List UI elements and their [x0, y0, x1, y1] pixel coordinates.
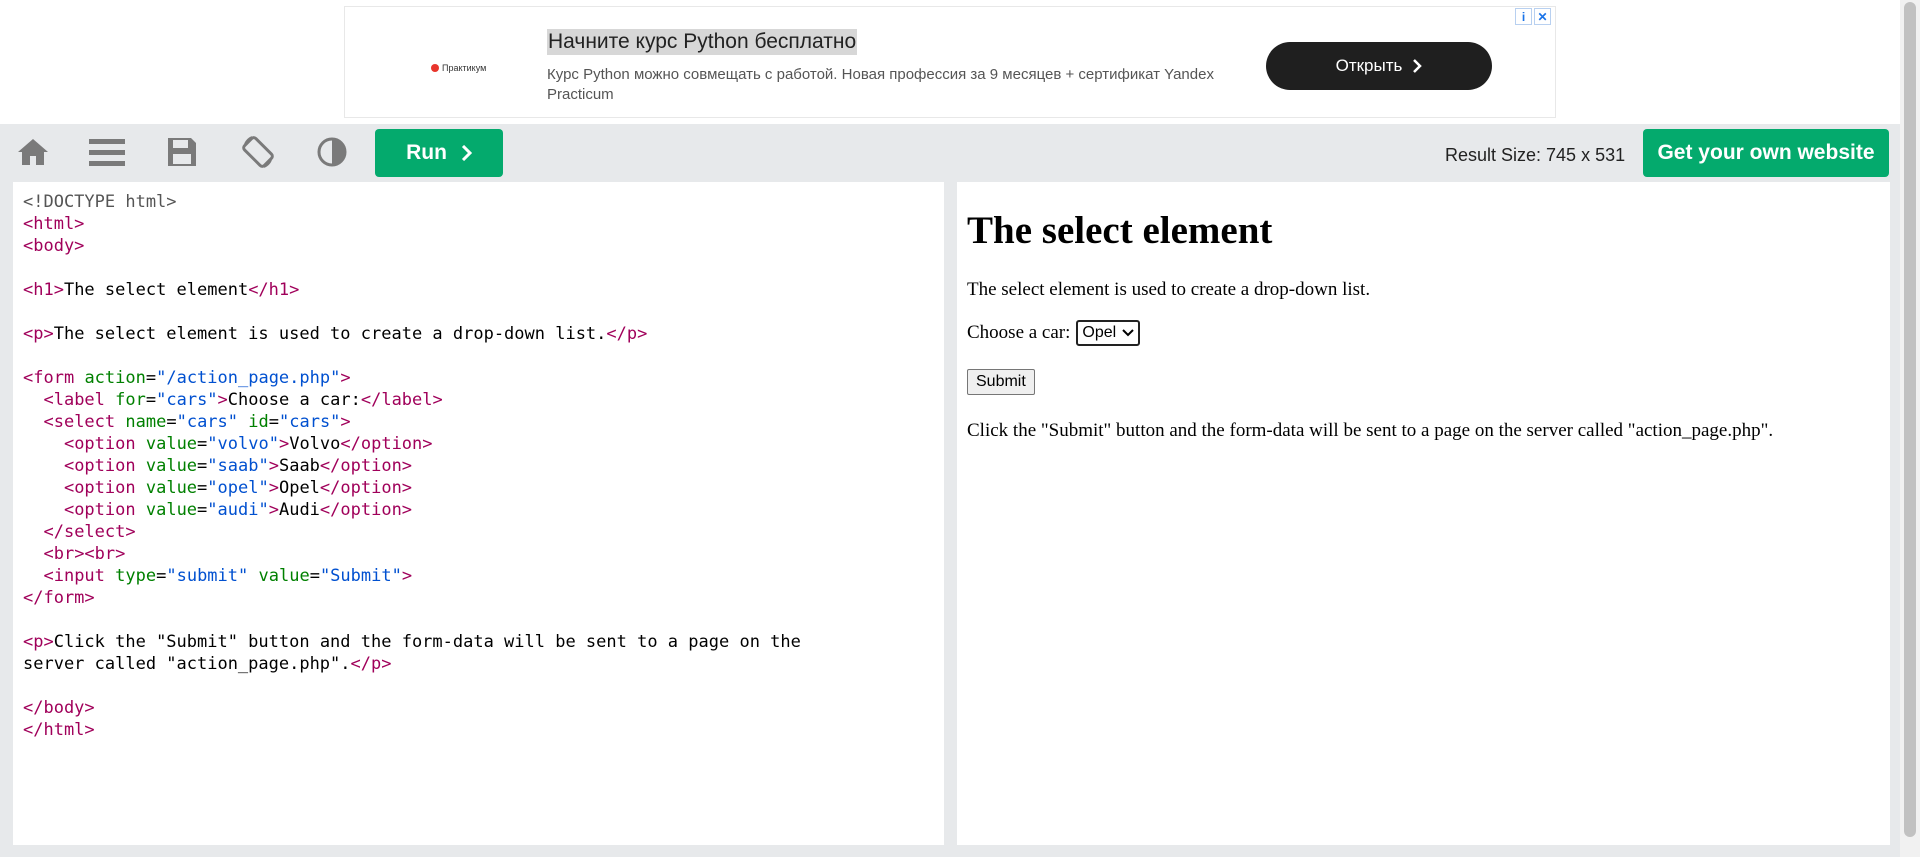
code-option-text: Opel	[278, 478, 320, 498]
code-line: <option value="saab">Saab</option>	[63, 456, 413, 476]
result-form: Choose a car: Opel	[967, 320, 1890, 346]
code-line: </html>	[23, 720, 95, 740]
scrollbar-thumb[interactable]	[1904, 2, 1916, 837]
code-line: <p>The select element is used to create …	[23, 324, 648, 344]
code-option-text: Volvo	[289, 434, 341, 454]
chevron-right-icon	[1413, 59, 1423, 73]
ad-banner[interactable]: Практикум Начните курс Python бесплатно …	[344, 6, 1556, 118]
submit-button[interactable]: Submit	[967, 369, 1035, 395]
ad-logo: Практикум	[431, 63, 486, 73]
ad-logo-mark	[431, 64, 439, 72]
code-line: <h1>The select element</h1>	[23, 280, 300, 300]
code-input-value: "Submit"	[319, 566, 402, 586]
info-icon[interactable]: i	[1515, 8, 1532, 25]
result-pane: The select element The select element is…	[957, 182, 1890, 845]
car-select[interactable]: Opel	[1076, 320, 1141, 346]
code-line: <body>	[23, 236, 85, 256]
ad-cta-label: Открыть	[1335, 56, 1403, 75]
page-scrollbar[interactable]	[1900, 0, 1920, 857]
home-icon[interactable]	[13, 134, 53, 170]
code-line: </body>	[23, 698, 95, 718]
code-line: server called "action_page.php".</p>	[23, 654, 392, 674]
ad-title[interactable]: Начните курс Python бесплатно	[547, 29, 858, 55]
close-icon[interactable]: ✕	[1534, 8, 1551, 25]
code-option-value: "saab"	[207, 456, 269, 476]
code-p2-line1: Click the "Submit" button and the form-d…	[53, 632, 801, 652]
code-option-value: "opel"	[207, 478, 269, 498]
code-line: <html>	[23, 214, 85, 234]
code-option-value: "audi"	[207, 500, 269, 520]
chevron-down-icon	[1122, 329, 1134, 337]
code-line: <label for="cars">Choose a car:</label>	[43, 390, 443, 410]
code-label-for: "cars"	[156, 390, 218, 410]
code-h1-text: The select element	[63, 280, 249, 300]
code-select-name: "cars"	[176, 412, 239, 432]
contrast-icon[interactable]	[312, 134, 352, 170]
rotate-icon[interactable]	[238, 134, 278, 170]
code-line: <p>Click the "Submit" button and the for…	[23, 632, 801, 652]
code-line: </select>	[43, 522, 136, 542]
ad-choices[interactable]: i ✕	[1515, 8, 1551, 25]
ad-cta-button[interactable]: Открыть	[1266, 42, 1492, 90]
code-option-value: "volvo"	[207, 434, 279, 454]
menu-icon[interactable]	[87, 134, 127, 170]
save-icon[interactable]	[162, 134, 202, 170]
code-option-text: Saab	[278, 456, 320, 476]
code-line: <option value="volvo">Volvo</option>	[63, 434, 433, 454]
result-size: Result Size: 745 x 531	[1445, 145, 1626, 165]
code-line: <br><br>	[43, 544, 126, 564]
code-line: <option value="opel">Opel</option>	[63, 478, 413, 498]
chevron-right-icon	[461, 145, 472, 161]
code-label-text: Choose a car:	[227, 390, 361, 410]
car-select-value: Opel	[1082, 324, 1117, 341]
run-button[interactable]: Run	[375, 129, 503, 177]
ad-description: Курс Python можно совмещать с работой. Н…	[547, 66, 1214, 103]
code-line: <input type="submit" value="Submit">	[43, 566, 413, 586]
run-label: Run	[406, 141, 447, 164]
result-heading: The select element	[967, 209, 1273, 252]
result-paragraph: The select element is used to create a d…	[967, 279, 1371, 300]
toolbar: Run Result Size: 745 x 531 Get your own …	[0, 124, 1900, 182]
code-line: <option value="audi">Audi</option>	[63, 500, 413, 520]
code-editor[interactable]: <!DOCTYPE html> <html> <body> <h1>The se…	[13, 182, 944, 845]
ad-logo-text: Практикум	[442, 63, 487, 73]
code-line: <select name="cars" id="cars">	[43, 412, 351, 432]
code-option-text: Audi	[278, 500, 320, 520]
code-doctype: <!DOCTYPE html>	[23, 192, 177, 212]
car-label: Choose a car:	[967, 322, 1071, 343]
code-line: <form action="/action_page.php">	[23, 368, 351, 388]
code-p2-line2: server called "action_page.php".	[23, 654, 351, 674]
code-p1-text: The select element is used to create a d…	[53, 324, 607, 344]
code-form-action: "/action_page.php"	[156, 368, 341, 388]
result-paragraph-2: Click the "Submit" button and the form-d…	[967, 420, 1774, 441]
get-website-button[interactable]: Get your own website	[1643, 129, 1889, 177]
code-line: </form>	[23, 588, 95, 608]
code-select-id: "cars"	[279, 412, 341, 432]
code-line: <!DOCTYPE html>	[23, 191, 944, 213]
code-input-type: "submit"	[166, 566, 249, 586]
